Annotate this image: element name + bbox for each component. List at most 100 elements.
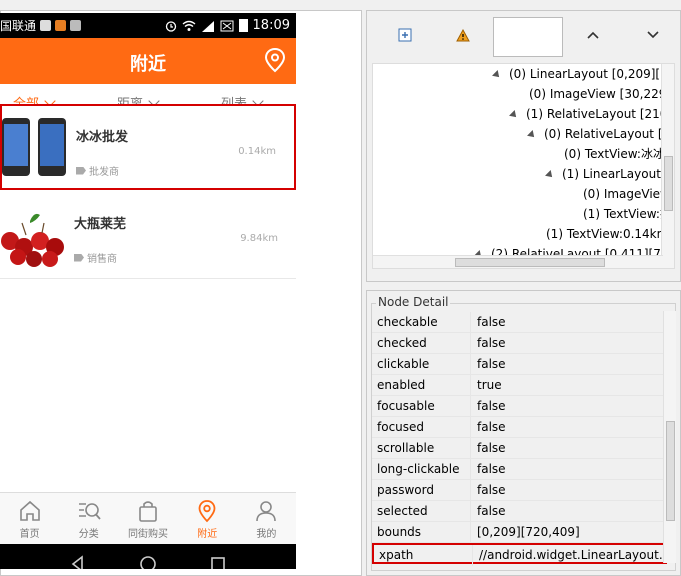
detail-value: false [477,357,506,371]
home-circle-icon[interactable] [139,555,157,569]
scrollbar-thumb[interactable] [666,421,675,521]
detail-key: scrollable [377,441,435,455]
detail-row-clickable[interactable]: clickable false [372,354,667,375]
search-input[interactable] [493,17,563,57]
device-screen: 国联通 18:09 附近 全部 [0,13,296,569]
back-icon[interactable] [69,555,87,569]
tree-node-label: (1) TextView:0.14km [ [546,227,675,241]
carrier-label: 国联通 [0,19,37,33]
detail-value: false [477,504,506,518]
detail-row-password[interactable]: password false [372,480,667,501]
item-thumbnail-fruit [1,213,64,267]
tree-node[interactable]: (0) ImageView [30,229][1 [529,84,674,104]
notification-icon [40,20,52,31]
nav-nearby[interactable]: 附近 [178,493,237,544]
list-item[interactable]: 冰冰批发 0.14km 批发商 [0,104,296,190]
detail-value: false [477,441,506,455]
detail-key: long-clickable [377,462,460,476]
detail-value: false [477,336,506,350]
toolbar [367,15,680,57]
node-detail-table: checkable false checked false clickable false… [372,312,671,566]
home-icon [19,500,40,521]
nav-category-label: 分类 [78,529,99,540]
column-divider [470,501,471,522]
item-tag: 批发商 [76,163,119,178]
nav-street-buy[interactable]: 同街购买 [118,493,177,544]
tree-node-label: (0) ImageView [583,187,670,201]
detail-row-xpath[interactable]: xpath //android.widget.LinearLayout... [372,543,671,566]
next-button[interactable] [643,25,663,45]
detail-row-long-clickable[interactable]: long-clickable false [372,459,667,480]
detail-key: enabled [377,378,426,392]
column-divider [472,545,473,566]
tree-node[interactable]: (1) RelativeLayout [210,2 [509,104,674,124]
ui-hierarchy-tree[interactable]: (0) LinearLayout [0,209][720,4 (0) Image… [372,63,675,269]
item-distance: 9.84km [240,233,278,244]
nav-mine-label: 我的 [256,529,277,540]
detail-row-checkable[interactable]: checkable false [372,312,667,333]
detail-value: //android.widget.LinearLayout... [479,548,671,562]
detail-value: true [477,378,502,392]
location-pin-icon[interactable] [264,47,286,73]
detail-value: false [477,399,506,413]
detail-key: clickable [377,357,430,371]
detail-row-bounds[interactable]: bounds [0,209][720,409] [372,522,667,543]
detail-row-focusable[interactable]: focusable false [372,396,667,417]
detail-key: checked [377,336,427,350]
category-search-icon [78,503,101,520]
item-tag-label: 销售商 [87,254,117,265]
battery-icon [238,19,248,32]
scrollbar-thumb[interactable] [455,258,605,267]
bottom-navigation: 首页 分类 同街购买 附近 我的 [0,492,296,544]
tree-node[interactable]: (0) ImageView [583,184,670,204]
detail-value: [0,209][720,409] [477,525,580,539]
detail-row-selected[interactable]: selected false [372,501,667,522]
chevron-down-icon [647,31,659,39]
detail-vertical-scrollbar[interactable] [663,311,676,563]
previous-button[interactable] [583,25,603,45]
app-notification-icon [55,20,67,31]
status-time: 18:09 [252,18,290,33]
item-name: 冰冰批发 [76,130,129,145]
tree-node-label: (1) TextView:批 [583,207,672,221]
column-divider [470,375,471,396]
tree-node[interactable]: (0) RelativeLayout [21 [527,124,674,144]
tree-node[interactable]: (0) LinearLayout [0,209][720,4 [492,64,674,84]
location-pin-icon [198,500,216,523]
detail-value: false [477,315,506,329]
detail-row-checked[interactable]: checked false [372,333,667,354]
tree-node[interactable]: (1) TextView:0.14km [ [546,224,675,244]
recents-icon[interactable] [209,555,227,569]
column-divider [470,438,471,459]
chevron-up-icon [587,31,599,39]
column-divider [470,333,471,354]
detail-key: focusable [377,399,435,413]
item-tag: 销售商 [74,250,117,265]
tree-node-label: (0) LinearLayout [0,209][720,4 [509,67,674,81]
hierarchy-pane: (0) LinearLayout [0,209][720,4 (0) Image… [366,10,681,282]
detail-row-enabled[interactable]: enabled true [372,375,667,396]
detail-row-focused[interactable]: focused false [372,417,667,438]
nav-category[interactable]: 分类 [59,493,118,544]
detail-value: false [477,462,506,476]
scrollbar-thumb[interactable] [664,156,673,211]
android-icon [70,20,82,31]
app-bar: 附近 [0,38,296,84]
tree-node[interactable]: (1) LinearLayout [2 [545,164,674,184]
page-title: 附近 [130,54,166,75]
tree-node[interactable]: (0) TextView:冰冰批 [564,144,674,164]
list-item[interactable]: 大瓶莱芜 9.84km 销售商 [0,193,296,279]
item-distance: 0.14km [238,146,276,157]
expand-all-button[interactable] [395,25,415,45]
tree-vertical-scrollbar[interactable] [661,64,674,268]
warning-button[interactable] [453,25,473,45]
alarm-icon [165,20,176,32]
nav-mine[interactable]: 我的 [237,493,296,544]
tree-horizontal-scrollbar[interactable] [373,255,663,268]
system-navigation-bar [0,544,296,569]
tag-icon [76,166,86,175]
column-divider [470,417,471,438]
nav-home[interactable]: 首页 [0,493,59,544]
tree-node[interactable]: (1) TextView:批 [583,204,672,224]
detail-row-scrollable[interactable]: scrollable false [372,438,667,459]
